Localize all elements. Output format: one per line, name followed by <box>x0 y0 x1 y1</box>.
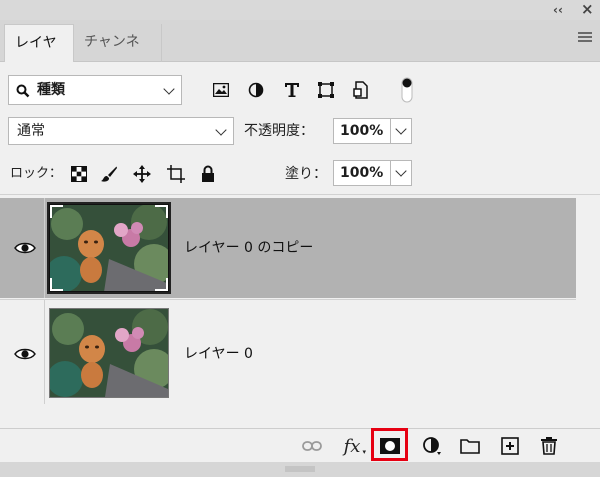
opacity-input[interactable]: 100% <box>333 118 391 144</box>
add-mask-highlight <box>371 428 408 461</box>
group-folder-icon[interactable] <box>458 434 482 458</box>
tab-layers[interactable]: レイヤー <box>4 24 74 87</box>
fill-dropdown[interactable] <box>390 160 412 186</box>
filter-kind-label: 種類 <box>37 82 65 98</box>
layer-row[interactable]: レイヤー 0 のコピー <box>0 198 576 298</box>
layer-thumbnail[interactable] <box>47 202 171 294</box>
layer-row[interactable]: レイヤー 0 <box>0 299 576 404</box>
lock-all-icon[interactable] <box>197 163 219 185</box>
lock-label: ロック： <box>10 166 63 181</box>
layer-thumbnail[interactable] <box>49 308 169 398</box>
link-layers-icon[interactable] <box>300 434 324 458</box>
chevron-down-icon <box>163 83 175 95</box>
lock-transparent-pixels-icon[interactable] <box>68 163 90 185</box>
type-filter-icon[interactable] <box>281 79 303 101</box>
divider <box>0 194 600 195</box>
divider <box>44 198 45 298</box>
divider <box>44 300 45 404</box>
opacity-label: 不透明度： <box>244 123 314 139</box>
chevron-down-icon <box>395 123 407 135</box>
image-filter-icon[interactable] <box>210 79 232 101</box>
smart-object-filter-icon[interactable] <box>350 79 372 101</box>
lock-image-pixels-icon[interactable] <box>98 163 120 185</box>
chevron-down-icon <box>395 165 407 177</box>
blend-mode-value: 通常 <box>17 123 45 139</box>
search-icon <box>16 84 30 98</box>
collapse-panel-icon[interactable]: ‹‹ <box>553 2 563 18</box>
fx-label: fx <box>343 435 361 457</box>
layer-name[interactable]: レイヤー 0 のコピー <box>184 238 313 258</box>
tab-channels[interactable]: チャンネル <box>74 24 162 86</box>
fill-label: 塗り： <box>285 166 327 182</box>
layers-scrollbar[interactable] <box>576 198 600 404</box>
blend-mode-select[interactable]: 通常 <box>8 117 234 145</box>
fx-icon[interactable]: fx ▾ <box>340 434 366 458</box>
shape-filter-icon[interactable] <box>315 79 337 101</box>
filter-toggle-icon[interactable] <box>397 76 417 104</box>
close-panel-icon[interactable]: × <box>581 1 594 17</box>
filter-kind-select[interactable]: 種類 <box>8 75 182 105</box>
lock-artboard-icon[interactable] <box>165 163 187 185</box>
opacity-dropdown[interactable] <box>390 118 412 144</box>
adjustment-filter-icon[interactable] <box>245 79 267 101</box>
visibility-eye-icon[interactable] <box>14 241 36 255</box>
panel-menu-icon[interactable] <box>578 32 592 44</box>
panel-resize-grip[interactable] <box>0 462 600 477</box>
chevron-down-icon <box>215 124 227 136</box>
adjustment-layer-icon[interactable] <box>420 434 444 458</box>
new-layer-icon[interactable] <box>498 434 522 458</box>
lock-position-icon[interactable] <box>131 163 153 185</box>
layer-name[interactable]: レイヤー 0 <box>184 344 253 364</box>
panel-tab-row: レイヤー チャンネル <box>0 20 600 87</box>
visibility-eye-icon[interactable] <box>14 347 36 361</box>
panel-titlebar: ‹‹ × <box>0 0 600 20</box>
trash-icon[interactable] <box>537 434 561 458</box>
fill-input[interactable]: 100% <box>333 160 391 186</box>
